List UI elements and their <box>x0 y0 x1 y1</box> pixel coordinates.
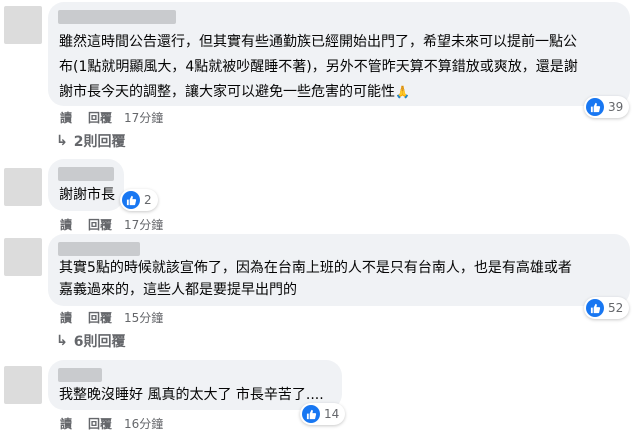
read-button[interactable]: 讀 <box>60 216 72 233</box>
comment-actions: 讀 回覆 15分鐘 <box>60 309 163 326</box>
read-button[interactable]: 讀 <box>60 309 72 326</box>
reply-button[interactable]: 回覆 <box>88 309 112 326</box>
timestamp[interactable]: 16分鐘 <box>124 415 163 432</box>
commenter-name[interactable] <box>58 167 114 181</box>
avatar[interactable] <box>4 238 42 276</box>
view-replies-link[interactable]: ↳ 2則回覆 <box>56 131 125 151</box>
read-button[interactable]: 讀 <box>60 109 72 126</box>
timestamp[interactable]: 15分鐘 <box>124 309 163 326</box>
thumbs-up-icon <box>586 299 604 317</box>
comment-text-line: 嘉義過來的，這些人都是要提早出門的 <box>59 282 297 298</box>
reaction-count[interactable]: 2 <box>120 189 158 211</box>
comment-actions: 讀 回覆 17分鐘 <box>60 216 163 233</box>
comment-text-line: 雖然這時間公告還行，但其實有些通勤族已經開始出門了，希望未來可以提前一點公 <box>59 34 577 50</box>
view-replies-link[interactable]: ↳ 6則回覆 <box>56 331 125 351</box>
pray-emoji: 🙏 <box>395 85 410 99</box>
comment-bubble: 其實5點的時候就該宣佈了，因為在台南上班的人不是只有台南人，也是有高雄或者 嘉義… <box>48 234 630 306</box>
thumbs-up-icon <box>302 405 320 423</box>
comment-bubble: 我整晚沒睡好 風真的太大了 市長辛苦了.... <box>48 360 342 410</box>
reaction-number: 52 <box>608 301 624 315</box>
commenter-name[interactable] <box>58 10 176 24</box>
avatar[interactable] <box>4 6 42 44</box>
replies-label: 6則回覆 <box>73 334 126 350</box>
comment-text-line: 其實5點的時候就該宣佈了，因為在台南上班的人不是只有台南人，也是有高雄或者 <box>59 260 572 276</box>
timestamp[interactable]: 17分鐘 <box>124 109 163 126</box>
comment-bubble: 謝謝市長 <box>48 159 124 211</box>
avatar[interactable] <box>4 168 42 206</box>
reaction-count[interactable]: 52 <box>584 297 630 319</box>
thumbs-up-icon <box>122 191 140 209</box>
commenter-name[interactable] <box>58 242 140 256</box>
reply-button[interactable]: 回覆 <box>88 415 112 432</box>
reply-arrow-icon: ↳ <box>56 133 68 149</box>
reply-button[interactable]: 回覆 <box>88 216 112 233</box>
reaction-number: 14 <box>324 407 340 421</box>
reply-arrow-icon: ↳ <box>56 333 68 349</box>
comment-text-line: 謝謝市長 <box>59 187 115 203</box>
comment-text-line: 謝市長今天的調整，讓大家可以避免一些危害的可能性🙏 <box>59 84 410 100</box>
read-button[interactable]: 讀 <box>60 415 72 432</box>
comment-bubble: 雖然這時間公告還行，但其實有些通勤族已經開始出門了，希望未來可以提前一點公 布(… <box>48 2 630 106</box>
reaction-count[interactable]: 14 <box>300 403 346 425</box>
avatar[interactable] <box>4 366 42 404</box>
reaction-number: 2 <box>144 193 152 207</box>
thumbs-up-icon <box>586 98 604 116</box>
comment-actions: 讀 回覆 17分鐘 <box>60 109 163 126</box>
commenter-name[interactable] <box>58 368 102 382</box>
timestamp[interactable]: 17分鐘 <box>124 216 163 233</box>
reaction-count[interactable]: 39 <box>584 96 630 118</box>
comment-text-line: 我整晚沒睡好 風真的太大了 市長辛苦了.... <box>59 387 324 403</box>
reply-button[interactable]: 回覆 <box>88 109 112 126</box>
reaction-number: 39 <box>608 100 624 114</box>
comment-text-line: 布(1點就明顯風大，4點就被吵醒睡不著)，另外不管昨天算不算錯放或爽放，還是謝 <box>59 59 578 75</box>
comment-actions: 讀 回覆 16分鐘 <box>60 415 163 432</box>
replies-label: 2則回覆 <box>73 134 126 150</box>
